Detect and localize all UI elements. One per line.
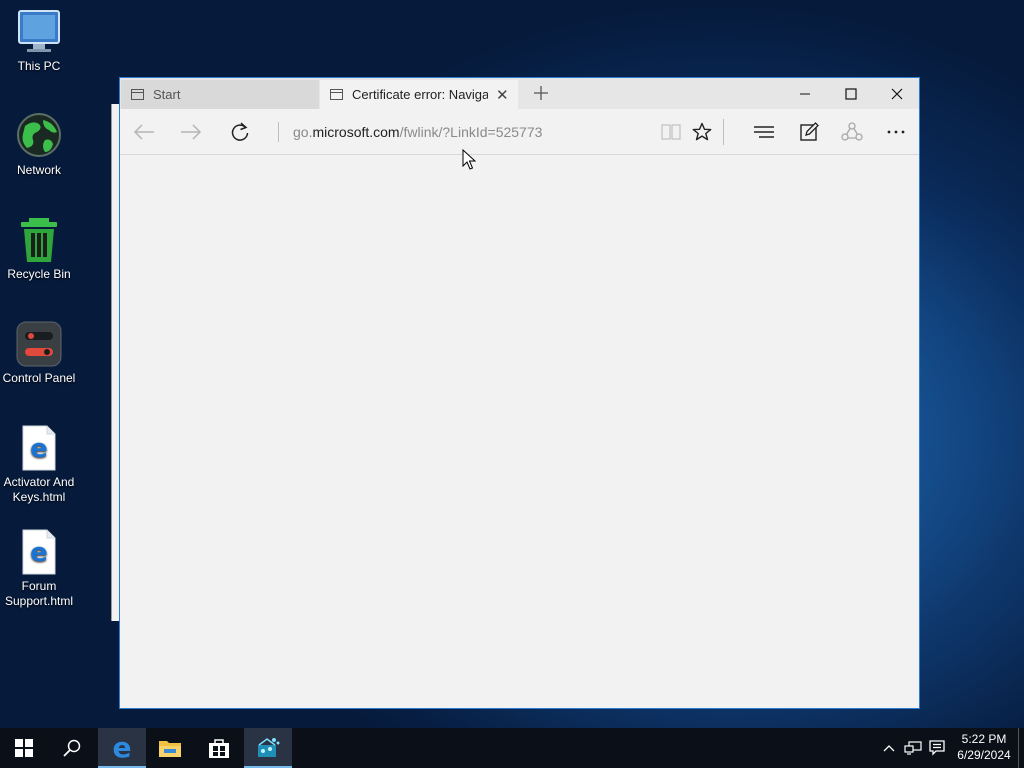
desktop-icon-label: This PC [17, 59, 61, 73]
tab-bar: Start Certificate error: Navigat ✕ [120, 78, 919, 109]
desktop-icon-label: Support.html [4, 594, 74, 608]
forward-button[interactable] [175, 116, 207, 148]
arrow-left-icon [133, 124, 154, 140]
desktop-icon-label: Control Panel [2, 371, 76, 385]
tab-page-icon [330, 89, 343, 100]
search-button[interactable] [48, 728, 96, 768]
clock-date: 6/29/2024 [957, 748, 1011, 762]
more-button[interactable] [880, 116, 912, 148]
minimize-icon [800, 93, 810, 94]
desktop-icon-label: Activator And [3, 475, 75, 489]
hub-button[interactable] [748, 116, 780, 148]
share-button[interactable] [836, 116, 868, 148]
app-sparkle-icon [258, 738, 280, 757]
mouse-cursor-icon [462, 148, 477, 176]
chevron-up-icon [883, 745, 895, 752]
tab-page-icon [131, 89, 144, 100]
close-window-button[interactable] [874, 78, 920, 109]
address-domain: microsoft.com [312, 124, 400, 140]
svg-text:e: e [30, 538, 48, 568]
edge-document-icon: e [15, 528, 63, 576]
desktop-icon-this-pc[interactable]: This PC [0, 8, 78, 74]
web-note-button[interactable] [793, 116, 825, 148]
start-button[interactable] [0, 728, 48, 768]
tab-start[interactable]: Start [121, 80, 319, 109]
browser-toolbar: go.microsoft.com/fwlink/?LinkId=525773 [120, 109, 919, 155]
tab-title: Start [153, 87, 181, 102]
taskbar-app[interactable] [244, 728, 292, 768]
reading-view-icon [661, 124, 681, 140]
show-desktop-button[interactable] [1018, 728, 1019, 768]
favorites-button[interactable] [686, 116, 718, 148]
back-button[interactable] [128, 116, 160, 148]
close-tab-icon[interactable]: ✕ [496, 86, 509, 104]
recycle-bin-icon [15, 216, 63, 264]
notification-icon [929, 740, 945, 756]
reading-view-button[interactable] [655, 116, 687, 148]
hub-icon [754, 126, 774, 138]
control-panel-icon [15, 320, 63, 368]
desktop-icon-label: Keys.html [12, 490, 66, 504]
edge-browser-window: Start Certificate error: Navigat ✕ go.mi… [119, 77, 920, 709]
tab-certificate-error[interactable]: Certificate error: Navigat ✕ [320, 80, 518, 109]
tray-action-center-button[interactable] [926, 728, 948, 768]
edge-browser-icon: e [113, 735, 132, 761]
desktop-icon-label: Recycle Bin [7, 267, 71, 281]
taskbar-file-explorer-app[interactable] [146, 728, 194, 768]
address-prefix: go. [293, 124, 313, 140]
maximize-button[interactable] [828, 78, 874, 109]
desktop-icon-label: Network [16, 163, 61, 177]
desktop-icon-activator-keys[interactable]: e Activator And Keys.html [0, 424, 78, 505]
tab-title: Certificate error: Navigat [352, 87, 488, 102]
taskbar: e 5:22 PM 6/29/2024 [0, 728, 1024, 768]
minimize-button[interactable] [782, 78, 828, 109]
arrow-right-icon [181, 124, 202, 140]
tray-network-button[interactable] [902, 728, 924, 768]
monitor-icon [15, 8, 63, 56]
taskbar-store-app[interactable] [195, 728, 243, 768]
desktop-icon-label: Forum [21, 579, 57, 593]
star-icon [692, 122, 712, 141]
desktop-icon-recycle-bin[interactable]: Recycle Bin [0, 216, 78, 282]
toolbar-separator [723, 119, 724, 145]
address-path: /fwlink/?LinkId=525773 [399, 124, 543, 140]
share-icon [841, 122, 863, 141]
network-icon [904, 741, 922, 755]
clock-time: 5:22 PM [961, 732, 1007, 746]
search-icon [63, 739, 81, 757]
desktop-icon-network[interactable]: Network [0, 112, 78, 178]
page-content-area[interactable] [120, 155, 919, 708]
taskbar-edge-app[interactable]: e [98, 728, 146, 768]
address-bar[interactable]: go.microsoft.com/fwlink/?LinkId=525773 [278, 122, 653, 142]
desktop-icon-control-panel[interactable]: Control Panel [0, 320, 78, 386]
tray-show-hidden-button[interactable] [878, 728, 900, 768]
pen-note-icon [800, 122, 819, 141]
close-icon [891, 88, 903, 99]
folder-icon [159, 741, 181, 757]
new-tab-button[interactable] [528, 81, 554, 107]
edge-document-icon: e [15, 424, 63, 472]
more-dots-icon [887, 130, 905, 134]
desktop-icon-forum-support[interactable]: e Forum Support.html [0, 528, 78, 609]
store-bag-icon [209, 739, 229, 758]
svg-text:e: e [30, 434, 48, 464]
refresh-button[interactable] [224, 116, 256, 148]
plus-icon [534, 86, 548, 100]
windows-logo-icon [15, 739, 33, 757]
globe-icon [15, 112, 63, 160]
maximize-icon [845, 87, 857, 100]
refresh-icon [231, 122, 249, 141]
taskbar-clock[interactable]: 5:22 PM 6/29/2024 [948, 731, 1020, 763]
svg-text:e: e [113, 735, 132, 761]
